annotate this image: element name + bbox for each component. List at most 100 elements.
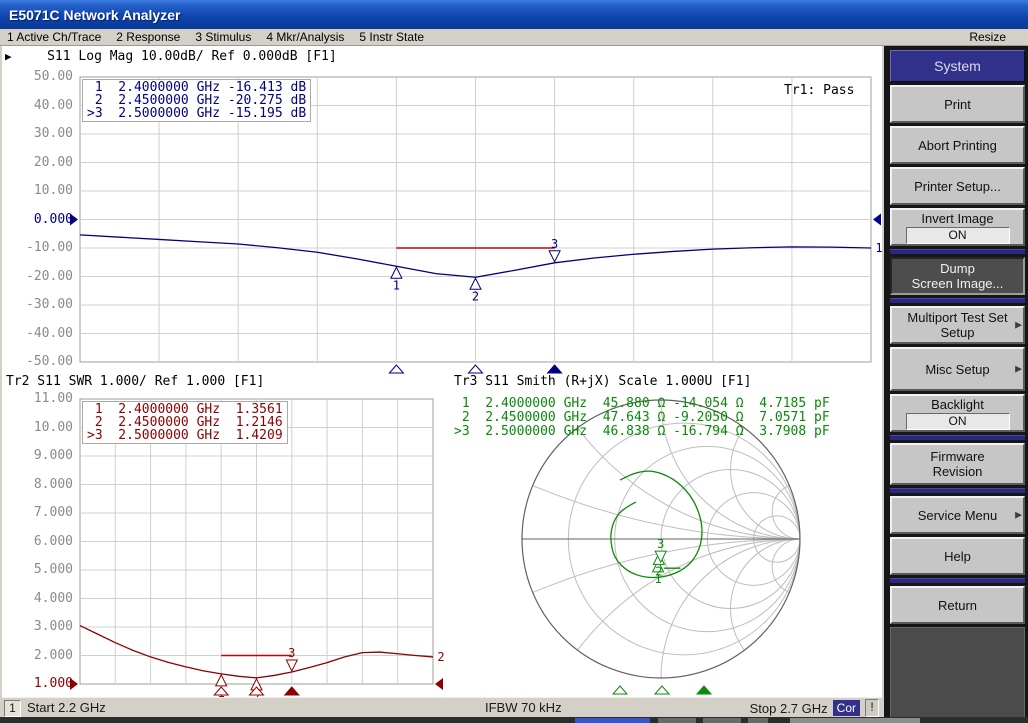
softkey-printer-setup[interactable]: Printer Setup... — [890, 167, 1025, 205]
softkey-dump-screen-image[interactable]: DumpScreen Image... — [890, 257, 1025, 295]
y-axis-label: -30.00 — [2, 298, 73, 312]
softkey-toggle-state: ON — [906, 227, 1010, 244]
stimulus-marker-handle[interactable] — [389, 365, 403, 373]
y-axis-label: 6.000 — [2, 535, 73, 549]
marker-readout-row: >3 2.5000000 GHz 1.4209 — [87, 429, 283, 442]
submenu-arrow-icon: ▶ — [1015, 508, 1022, 523]
plot-label: 1 — [875, 241, 882, 255]
submenu-arrow-icon: ▶ — [1015, 362, 1022, 377]
softkey-label: Dump — [940, 261, 975, 276]
lcd-display: 12311232123 ▶ Tr1 S11 Log Mag 10.00dB/ R… — [2, 46, 882, 697]
y-axis-label: 9.000 — [2, 449, 73, 463]
softkey-label: Printer Setup... — [914, 179, 1001, 194]
trace2-header[interactable]: Tr2 S11 SWR 1.000/ Ref 1.000 [F1] — [6, 374, 264, 389]
softkey-firmware-revision[interactable]: FirmwareRevision — [890, 443, 1025, 485]
softkey-label: Multiport Test Set — [907, 310, 1007, 325]
status-bar: 1 Start 2.2 GHz IFBW 70 kHz Stop 2.7 GHz… — [2, 697, 882, 717]
trace1-marker-readout: 1 2.4000000 GHz -16.413 dB 2 2.4500000 G… — [82, 79, 311, 122]
softkey-label: Firmware — [930, 449, 984, 464]
y-axis-label: 40.00 — [2, 99, 73, 113]
menu-item-2[interactable]: 2 Response — [116, 30, 180, 44]
y-axis-label: 30.00 — [2, 127, 73, 141]
softkey-return[interactable]: Return — [890, 586, 1025, 624]
stimulus-marker-handle[interactable] — [285, 687, 299, 695]
menu-item-5[interactable]: 5 Instr State — [359, 30, 424, 44]
softkey-label: Print — [944, 97, 971, 112]
plot-label: 1 — [393, 278, 400, 292]
plot-label: 2 — [437, 650, 444, 664]
menu-item-4[interactable]: 4 Mkr/Analysis — [266, 30, 344, 44]
menu-bar: 1 Active Ch/Trace 2 Response 3 Stimulus 4 M… — [0, 29, 1028, 46]
softkey-separator — [890, 298, 1025, 303]
y-axis-label: 11.00 — [2, 392, 73, 406]
softkey-label: Backlight — [931, 397, 984, 412]
softkey-separator — [890, 488, 1025, 493]
softkey-backlight[interactable]: BacklightON — [890, 394, 1025, 432]
softkey-separator — [890, 578, 1025, 583]
softkey-label: Revision — [933, 464, 983, 479]
y-axis-label: 20.00 — [2, 156, 73, 170]
menu-item-1[interactable]: 1 Active Ch/Trace — [7, 30, 101, 44]
softkey-label: Service Menu — [918, 508, 997, 523]
stimulus-marker-handle[interactable] — [469, 365, 483, 373]
softkey-label: Return — [938, 598, 977, 613]
alert-badge: ! — [865, 699, 879, 717]
trace1-header[interactable]: ▶ Tr1 S11 Log Mag 10.00dB/ Ref 0.000dB [… — [5, 49, 337, 64]
softkey-help[interactable]: Help — [890, 537, 1025, 575]
softkey-service-menu[interactable]: Service Menu ▶ — [890, 496, 1025, 534]
y-axis-label: -20.00 — [2, 270, 73, 284]
plots-canvas: 12311232123 — [2, 46, 882, 697]
reference-level-arrow-icon — [873, 214, 881, 226]
stimulus-marker-handle[interactable] — [697, 686, 711, 694]
plot-label: 3 — [551, 237, 558, 251]
marker-readout-row: 2 2.4500000 GHz 47.643 Ω -9.2050 Ω 7.057… — [454, 411, 830, 425]
softkey-separator — [890, 249, 1025, 254]
softkey-menu: System PrintAbort PrintingPrinter Setup.… — [882, 46, 1028, 717]
y-axis-label: -10.00 — [2, 241, 73, 255]
window-title: E5071C Network Analyzer — [9, 7, 180, 23]
window-titlebar[interactable]: E5071C Network Analyzer — [0, 0, 1028, 29]
softkey-separator — [890, 435, 1025, 440]
softkey-misc-setup[interactable]: Misc Setup▶ — [890, 347, 1025, 391]
plot-label: 2 — [655, 564, 662, 578]
softkey-toggle-state: ON — [906, 413, 1010, 430]
correction-badge: Cor — [833, 700, 860, 716]
channel-indicator: 1 — [4, 700, 21, 717]
y-axis-label: 5.000 — [2, 563, 73, 577]
marker-readout-row: >3 2.5000000 GHz 46.838 Ω -16.794 Ω 3.79… — [454, 425, 830, 439]
menu-item-3[interactable]: 3 Stimulus — [195, 30, 251, 44]
status-ifbw: IFBW 70 kHz — [485, 700, 562, 715]
trace3-header[interactable]: Tr3 S11 Smith (R+jX) Scale 1.000U [F1] — [454, 374, 751, 389]
y-axis-label: -50.00 — [2, 355, 73, 369]
stimulus-marker-handle[interactable] — [655, 686, 669, 694]
y-axis-label: 4.000 — [2, 592, 73, 606]
taskbar-sliver — [0, 717, 1028, 723]
stimulus-marker-handle[interactable] — [613, 686, 627, 694]
marker-readout-row: 1 2.4000000 GHz 45.880 Ω -14.054 Ω 4.718… — [454, 397, 830, 411]
y-axis-label: -40.00 — [2, 327, 73, 341]
trace1-header-text: S11 Log Mag 10.00dB/ Ref 0.000dB [F1] — [47, 49, 337, 64]
stimulus-marker-handle[interactable] — [548, 365, 562, 373]
y-axis-label: 8.000 — [2, 478, 73, 492]
taskbar-fragment — [658, 718, 696, 723]
instrument-screen: E5071C Network Analyzer 1 Active Ch/Trac… — [0, 0, 1028, 723]
status-stop-frequency: Stop 2.7 GHz — [750, 701, 828, 716]
softkey-print[interactable]: Print — [890, 85, 1025, 123]
menu-item-resize[interactable]: Resize — [969, 30, 1006, 44]
status-right-group: Stop 2.7 GHz Cor ! — [750, 699, 879, 717]
status-start-frequency: Start 2.2 GHz — [27, 700, 106, 715]
softkey-abort-printing[interactable]: Abort Printing — [890, 126, 1025, 164]
y-axis-label: 50.00 — [2, 70, 73, 84]
softkey-label: Abort Printing — [918, 138, 997, 153]
marker-readout-row: >3 2.5000000 GHz -15.195 dB — [87, 107, 306, 120]
taskbar-fragment — [703, 718, 741, 723]
active-trace-arrow-icon: ▶ — [5, 50, 12, 63]
softkey-label: Invert Image — [921, 211, 993, 226]
softkey-multiport-test-set-setup[interactable]: Multiport Test SetSetup▶ — [890, 306, 1025, 344]
stimulus-marker-handle[interactable] — [214, 687, 228, 695]
taskbar-fragment — [748, 718, 768, 723]
softkey-label: Setup — [941, 325, 975, 340]
taskbar-fragment — [575, 718, 650, 723]
softkey-invert-image[interactable]: Invert ImageON — [890, 208, 1025, 246]
trace2-marker-readout: 1 2.4000000 GHz 1.3561 2 2.4500000 GHz 1… — [82, 401, 288, 444]
